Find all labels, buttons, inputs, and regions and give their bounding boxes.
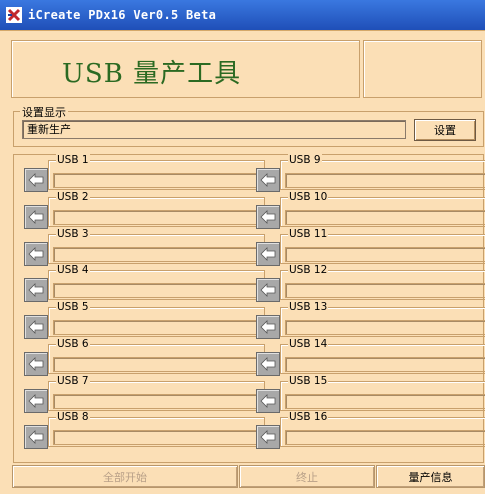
display-field[interactable]: 重新生产 [22,120,406,139]
usb-port-slot: USB 6 [24,338,265,376]
usb-port-slot: USB 12 [256,264,485,302]
arrow-left-icon[interactable] [24,242,48,266]
title-bar[interactable]: iCreate PDx16 Ver0.5 Beta [0,0,485,30]
usb-port-status-field [285,430,485,445]
usb-port-frame: USB 7 [48,375,265,411]
arrow-left-icon[interactable] [256,278,280,302]
usb-port-frame: USB 8 [48,411,265,447]
usb-port-status-field [285,210,485,225]
arrow-left-icon[interactable] [24,168,48,192]
usb-port-frame: USB 13 [280,301,485,337]
usb-port-status-field [285,320,485,335]
usb-port-frame: USB 15 [280,375,485,411]
usb-port-label: USB 2 [56,191,90,203]
usb-port-slot: USB 8 [24,411,265,449]
usb-port-status-field [285,357,485,372]
usb-port-slot: USB 5 [24,301,265,339]
usb-port-slot: USB 10 [256,191,485,229]
usb-port-slot: USB 1 [24,154,265,192]
usb-port-frame: USB 9 [280,154,485,190]
usb-port-label: USB 1 [56,154,90,166]
usb-port-label: USB 16 [288,411,329,423]
usb-port-slot: USB 7 [24,375,265,413]
usb-port-label: USB 8 [56,411,90,423]
usb-port-status-field [53,283,260,298]
usb-port-status-field [285,394,485,409]
arrow-left-icon[interactable] [24,352,48,376]
usb-port-label: USB 13 [288,301,329,313]
usb-port-slot: USB 14 [256,338,485,376]
usb-port-slot: USB 4 [24,264,265,302]
usb-port-label: USB 6 [56,338,90,350]
window-title: iCreate PDx16 Ver0.5 Beta [28,8,217,22]
usb-port-status-field [53,173,260,188]
usb-port-frame: USB 11 [280,228,485,264]
arrow-left-icon[interactable] [24,315,48,339]
arrow-left-icon[interactable] [256,425,280,449]
usb-port-slot: USB 11 [256,228,485,266]
usb-port-status-field [285,283,485,298]
usb-port-frame: USB 3 [48,228,265,264]
usb-port-frame: USB 2 [48,191,265,227]
usb-port-frame: USB 6 [48,338,265,374]
arrow-left-icon[interactable] [256,315,280,339]
usb-port-frame: USB 5 [48,301,265,337]
stop-button[interactable]: 终止 [239,465,375,488]
usb-port-label: USB 10 [288,191,329,203]
arrow-left-icon[interactable] [24,425,48,449]
usb-port-label: USB 7 [56,375,90,387]
arrow-left-icon[interactable] [256,168,280,192]
tools-icon[interactable] [6,7,22,23]
usb-port-label: USB 4 [56,264,90,276]
usb-port-status-field [53,247,260,262]
arrow-left-icon[interactable] [24,205,48,229]
arrow-left-icon[interactable] [256,242,280,266]
arrow-left-icon[interactable] [24,389,48,413]
usb-port-status-field [285,173,485,188]
usb-port-frame: USB 1 [48,154,265,190]
usb-port-status-field [53,430,260,445]
usb-port-frame: USB 12 [280,264,485,300]
usb-port-slot: USB 13 [256,301,485,339]
usb-port-label: USB 15 [288,375,329,387]
usb-port-status-field [285,247,485,262]
banner-title: USB 量产工具 [62,59,242,89]
usb-port-label: USB 11 [288,228,329,240]
usb-port-frame: USB 10 [280,191,485,227]
production-info-button[interactable]: 量产信息 [376,465,485,488]
usb-port-status-field [53,357,260,372]
usb-port-status-field [53,320,260,335]
settings-group-label: 设置显示 [20,104,68,120]
usb-port-slot: USB 15 [256,375,485,413]
usb-port-slot: USB 16 [256,411,485,449]
banner-side-panel [363,40,482,98]
usb-port-label: USB 9 [288,154,322,166]
usb-port-label: USB 3 [56,228,90,240]
usb-port-slot: USB 9 [256,154,485,192]
usb-port-slot: USB 2 [24,191,265,229]
usb-port-frame: USB 16 [280,411,485,447]
arrow-left-icon[interactable] [256,389,280,413]
start-all-button[interactable]: 全部开始 [12,465,238,488]
usb-port-frame: USB 14 [280,338,485,374]
banner-panel: USB 量产工具 [11,40,360,98]
arrow-left-icon[interactable] [256,352,280,376]
arrow-left-icon[interactable] [256,205,280,229]
usb-port-label: USB 5 [56,301,90,313]
title-divider [0,30,485,31]
usb-port-frame: USB 4 [48,264,265,300]
usb-port-label: USB 14 [288,338,329,350]
arrow-left-icon[interactable] [24,278,48,302]
usb-port-label: USB 12 [288,264,329,276]
usb-port-status-field [53,210,260,225]
usb-port-slot: USB 3 [24,228,265,266]
set-button[interactable]: 设置 [414,119,476,141]
usb-port-status-field [53,394,260,409]
